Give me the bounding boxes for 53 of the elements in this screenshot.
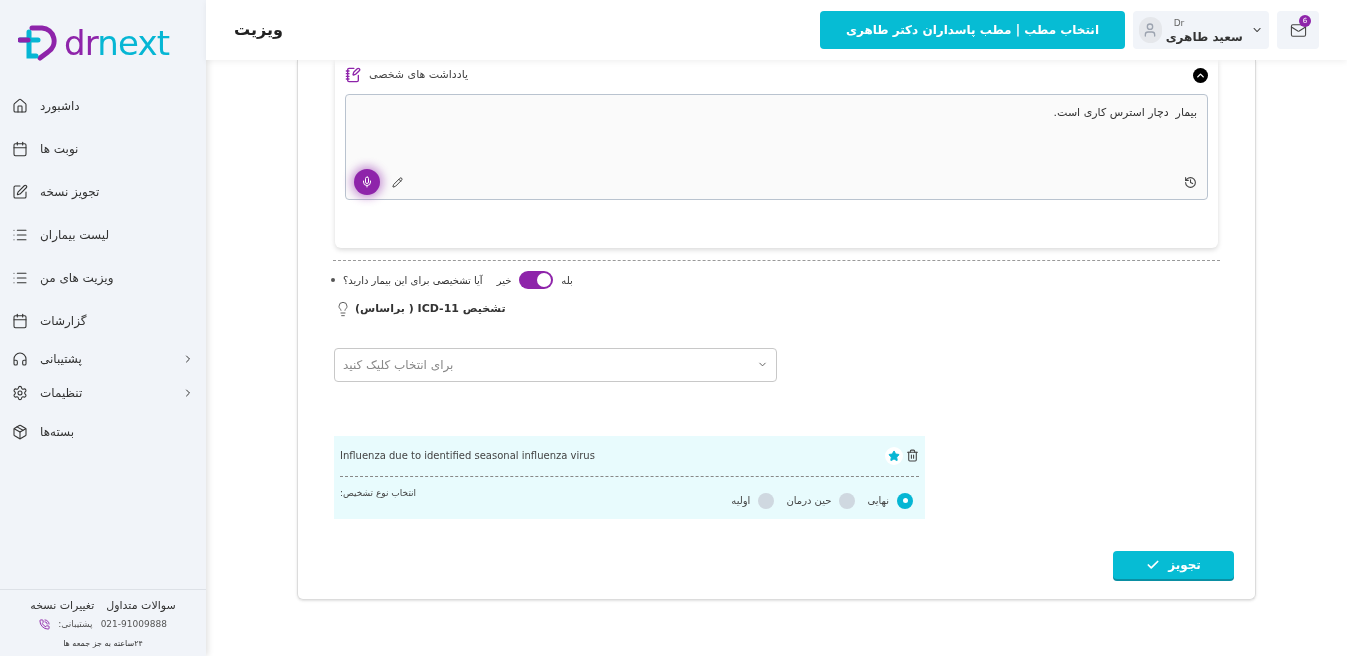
- page-title: ویزیت: [234, 19, 283, 41]
- logo-icon: [18, 25, 60, 61]
- collapse-button[interactable]: [1193, 67, 1208, 83]
- support-hours: ۲۴ساعته به جز جمعه ها: [63, 638, 143, 650]
- mic-button[interactable]: [354, 169, 380, 195]
- diagnosis-question: آیا تشخیصی برای این بیمار دارید؟: [343, 273, 483, 288]
- no-label: خیر: [496, 273, 512, 288]
- diagnosis-type-radio[interactable]: اولیه: [731, 492, 775, 509]
- bullet-icon: [331, 278, 335, 282]
- notes-text: بیمار دچار استرس کاری است.: [1053, 105, 1197, 121]
- box-icon: [12, 423, 28, 440]
- logo-wordmark: drnext: [64, 26, 170, 60]
- user-prefix: Dr: [1173, 17, 1185, 31]
- sidebar-item[interactable]: تجویز نسخه: [0, 170, 206, 213]
- calendar-icon: [12, 312, 28, 329]
- microphone-icon: [361, 176, 373, 188]
- yes-label: بله: [561, 273, 573, 288]
- footer-link[interactable]: سوالات متداول: [106, 598, 176, 615]
- trash-icon[interactable]: [906, 449, 919, 462]
- notes-title: یادداشت های شخصی: [369, 66, 469, 83]
- support-label: :پشتیبانی: [58, 617, 93, 631]
- diagnosis-toggle[interactable]: [519, 271, 554, 289]
- sidebar-item[interactable]: داشبورد: [0, 84, 206, 127]
- calendar-icon: [12, 140, 28, 157]
- history-icon[interactable]: [1184, 175, 1197, 189]
- sidebar-item[interactable]: لیست بیماران: [0, 213, 206, 256]
- sidebar-item[interactable]: ویزیت های من: [0, 256, 206, 299]
- footer-link[interactable]: تغییرات نسخه: [30, 598, 95, 615]
- mail-icon: [1289, 21, 1307, 39]
- sidebar-item[interactable]: نوبت ها: [0, 127, 206, 170]
- icd-heading: تشخیص ICD-11 ( براساس): [355, 301, 506, 317]
- sidebar-item[interactable]: بسته‌ها: [0, 410, 206, 453]
- sidebar-item[interactable]: پشتیبانی: [0, 342, 206, 376]
- pencil-icon[interactable]: [392, 176, 403, 188]
- support-phone: 021-91009888: [100, 617, 167, 631]
- diagnosis-type-radio[interactable]: حین درمان: [786, 492, 856, 509]
- notes-textarea[interactable]: بیمار دچار استرس کاری است.: [345, 94, 1208, 200]
- diagnosis-type-radio[interactable]: نهایی: [867, 492, 913, 509]
- diagnosis-type-label: انتخاب نوع تشخیص:: [340, 486, 417, 500]
- notepad-icon: [345, 67, 361, 83]
- home-icon: [12, 97, 28, 114]
- avatar-icon: [1139, 17, 1162, 43]
- user-name: سعید طاهری: [1165, 30, 1243, 43]
- phone-icon: [39, 618, 51, 630]
- select-placeholder: برای انتخاب کلیک کنید: [343, 356, 454, 374]
- diagnosis-title: Influenza due to identified seasonal influenza virus: [340, 449, 595, 463]
- sidebar-item[interactable]: گزارشات: [0, 299, 206, 342]
- settings-icon: [12, 385, 28, 401]
- lightbulb-icon: [335, 301, 351, 318]
- diagnosis-select[interactable]: برای انتخاب کلیک کنید: [334, 347, 777, 382]
- sidebar-item[interactable]: تنظیمات: [0, 376, 206, 410]
- edit-icon: [12, 183, 28, 200]
- headphones-icon: [12, 351, 28, 367]
